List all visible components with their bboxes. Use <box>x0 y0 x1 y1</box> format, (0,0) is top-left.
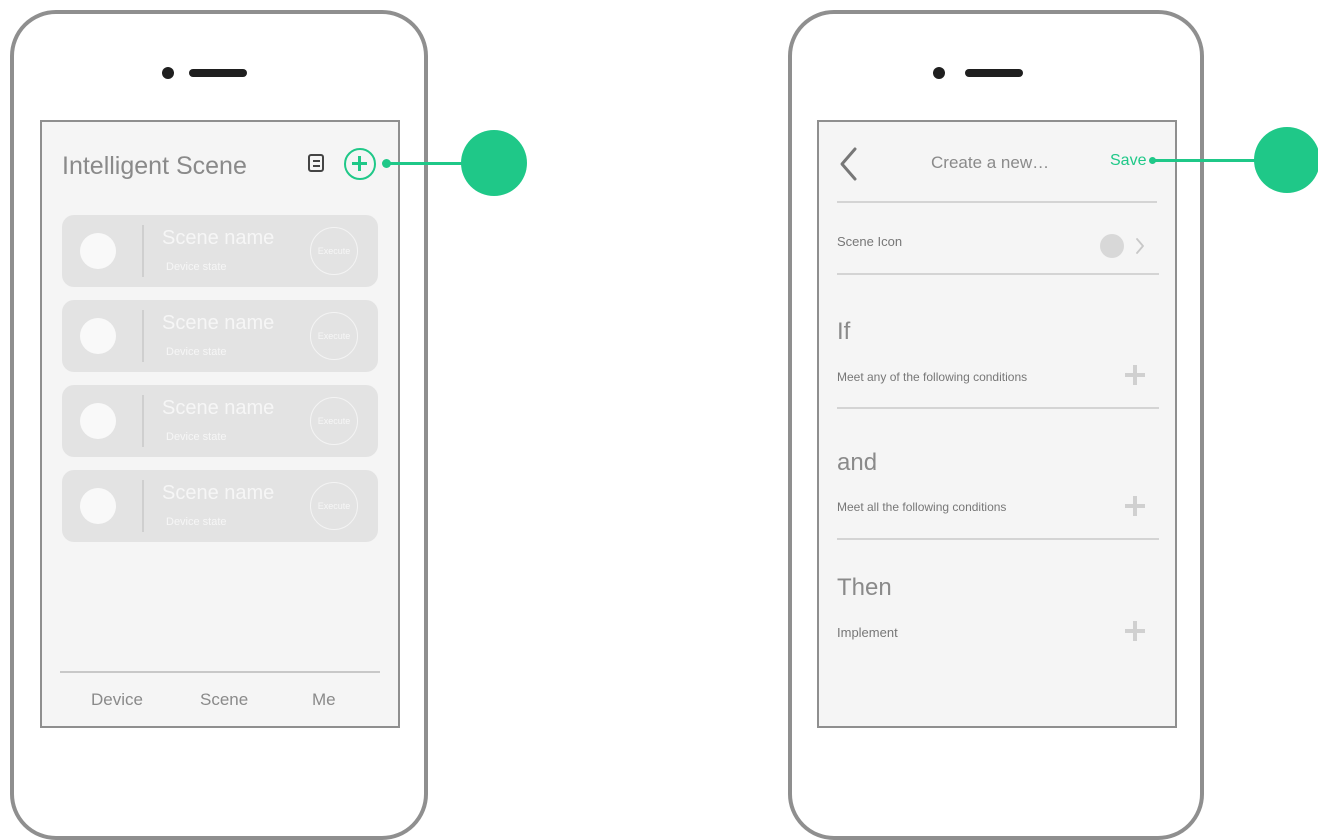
divider <box>142 310 144 362</box>
scene-avatar <box>80 318 116 354</box>
add-scene-button[interactable] <box>344 148 376 180</box>
section-divider <box>837 407 1159 409</box>
speaker-slot <box>189 69 247 77</box>
chevron-right-icon[interactable] <box>1135 237 1145 255</box>
callout-marker <box>461 130 527 196</box>
add-icon[interactable] <box>1125 496 1145 516</box>
then-heading: Then <box>837 574 892 601</box>
save-button[interactable]: Save <box>1110 152 1146 170</box>
scene-icon-label: Scene Icon <box>837 234 903 249</box>
execute-button[interactable]: Execute <box>310 227 358 275</box>
list-icon[interactable] <box>308 154 324 172</box>
tabbar-divider <box>60 671 380 673</box>
tab-me[interactable]: Me <box>312 690 336 710</box>
callout-end-dot <box>382 159 391 168</box>
execute-button[interactable]: Execute <box>310 397 358 445</box>
add-icon[interactable] <box>1125 365 1145 385</box>
back-chevron-icon[interactable] <box>839 146 859 182</box>
divider <box>142 480 144 532</box>
scene-card[interactable]: Scene name Device state Execute <box>62 470 378 542</box>
add-icon[interactable] <box>1125 621 1145 641</box>
if-subtitle: Meet any of the following conditions <box>837 370 1028 384</box>
callout-end-dot <box>1149 157 1156 164</box>
camera-dot <box>162 67 174 79</box>
screen-create-scene: Create a new… Save Scene Icon If Meet an… <box>817 120 1177 728</box>
callout-line <box>1152 159 1267 162</box>
page-title: Intelligent Scene <box>62 152 247 180</box>
callout-marker <box>1254 127 1318 193</box>
scene-avatar <box>80 488 116 524</box>
scene-avatar <box>80 403 116 439</box>
screen-scene-list: Intelligent Scene Scene name Device stat… <box>40 120 400 728</box>
scene-name: Scene name <box>162 482 275 504</box>
scene-icon-preview[interactable] <box>1100 234 1124 258</box>
scene-state: Device state <box>166 431 227 443</box>
scene-name: Scene name <box>162 227 275 249</box>
divider <box>142 225 144 277</box>
execute-button[interactable]: Execute <box>310 482 358 530</box>
execute-button[interactable]: Execute <box>310 312 358 360</box>
scene-state: Device state <box>166 346 227 358</box>
tab-scene[interactable]: Scene <box>200 690 248 710</box>
phone-frame-left: Intelligent Scene Scene name Device stat… <box>10 10 428 840</box>
scene-avatar <box>80 233 116 269</box>
if-heading: If <box>837 318 851 345</box>
phone-frame-right: Create a new… Save Scene Icon If Meet an… <box>788 10 1204 840</box>
and-subtitle: Meet all the following conditions <box>837 500 1007 514</box>
speaker-slot <box>965 69 1023 77</box>
scene-card[interactable]: Scene name Device state Execute <box>62 300 378 372</box>
then-subtitle: Implement <box>837 625 898 640</box>
scene-card[interactable]: Scene name Device state Execute <box>62 215 378 287</box>
scene-name: Scene name <box>162 397 275 419</box>
divider <box>142 395 144 447</box>
tab-device[interactable]: Device <box>91 690 143 710</box>
scene-state: Device state <box>166 516 227 528</box>
header-title: Create a new… <box>931 153 1050 172</box>
header-divider <box>837 201 1157 203</box>
camera-dot <box>933 67 945 79</box>
scene-card[interactable]: Scene name Device state Execute <box>62 385 378 457</box>
and-heading: and <box>837 449 878 476</box>
scene-state: Device state <box>166 261 227 273</box>
row-divider <box>837 273 1159 275</box>
section-divider <box>837 538 1159 540</box>
scene-name: Scene name <box>162 312 275 334</box>
